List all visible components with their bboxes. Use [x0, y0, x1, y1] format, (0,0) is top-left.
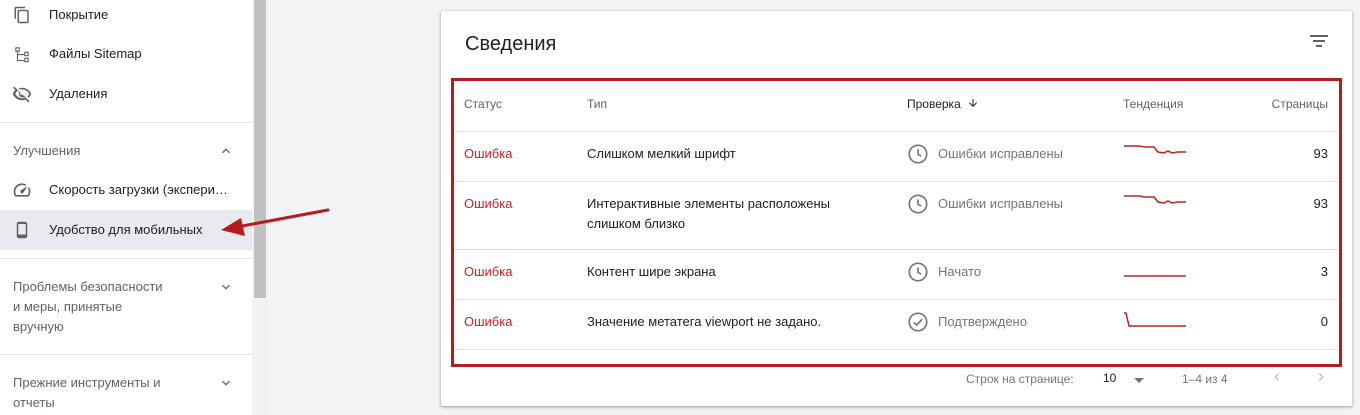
clock-icon	[907, 193, 929, 215]
sidebar-item-label: Скорость загрузки (экспериментальный отч…	[49, 182, 229, 197]
sidebar-divider	[0, 258, 252, 259]
sidebar-item-label: Удаления	[49, 86, 108, 101]
sidebar-divider	[0, 122, 252, 123]
column-header-type[interactable]: Тип	[587, 96, 607, 112]
row-pages: 3	[1320, 264, 1328, 279]
clock-icon	[907, 261, 929, 283]
trend-sparkline	[1124, 195, 1186, 204]
section-title-line: отчеты	[13, 395, 55, 410]
chevron-right-icon	[1313, 369, 1329, 390]
row-status: Ошибка	[464, 196, 513, 211]
row-validation: Начато	[907, 261, 981, 283]
column-header-status[interactable]: Статус	[464, 96, 502, 112]
annotation-arrow	[221, 208, 330, 236]
eye-off-icon	[12, 84, 32, 104]
section-title-line: и меры, принятые	[13, 299, 123, 314]
row-type: Слишком мелкий шрифт	[587, 146, 736, 161]
row-pages: 93	[1313, 146, 1328, 161]
row-validation: Ошибки исправлены	[907, 143, 1063, 165]
smartphone-icon	[12, 220, 32, 240]
row-status: Ошибка	[464, 146, 513, 161]
sidebar-item-removals[interactable]: Удаления	[0, 74, 252, 114]
clock-icon	[907, 143, 929, 165]
arrow-down-icon	[967, 97, 979, 113]
chevron-down-icon	[218, 375, 234, 391]
trend-sparkline	[1124, 275, 1186, 277]
row-pages: 93	[1313, 196, 1328, 211]
section-title-line: Прежние инструменты и	[13, 375, 161, 390]
section-title: Улучшения	[13, 143, 81, 158]
section-title-line: Проблемы безопасности	[13, 279, 163, 294]
check-circle-icon	[907, 311, 929, 333]
trend-sparkline	[1124, 312, 1186, 327]
validation-label: Ошибки исправлены	[938, 146, 1064, 161]
row-validation: Ошибки исправлены	[907, 193, 1063, 215]
sidebar-scrollbar-thumb[interactable]	[254, 0, 266, 298]
row-status: Ошибка	[464, 264, 513, 279]
next-page-button[interactable]	[1311, 369, 1331, 389]
section-title-line: вручную	[13, 319, 64, 334]
sitemap-icon	[12, 44, 32, 64]
filter-button[interactable]	[1305, 31, 1333, 55]
rows-per-page-label: Строк на странице:	[966, 372, 1074, 386]
row-divider	[454, 299, 1339, 300]
card-title: Сведения	[465, 33, 557, 55]
row-type-continued: слишком близко	[587, 216, 686, 231]
row-type: Контент шире экрана	[587, 264, 716, 279]
validation-label: Начато	[938, 264, 982, 279]
column-header-label: Проверка	[907, 97, 961, 111]
row-pages: 0	[1320, 314, 1328, 329]
section-enhancements[interactable]: Улучшения	[0, 140, 252, 162]
row-divider	[454, 131, 1339, 132]
row-status: Ошибка	[464, 314, 513, 329]
rows-per-page-select[interactable]: 10	[1103, 371, 1151, 387]
row-divider	[454, 349, 1339, 350]
row-type: Интерактивные элементы расположены	[587, 196, 830, 211]
section-security[interactable]: Проблемы безопасности и меры, принятые в…	[0, 276, 252, 338]
column-header-validation[interactable]: Проверка	[907, 96, 979, 113]
row-divider	[454, 181, 1339, 182]
validation-label: Ошибки исправлены	[938, 196, 1064, 211]
sidebar-item-coverage[interactable]: Покрытие	[0, 0, 252, 35]
sidebar-item-label: Покрытие	[49, 7, 109, 22]
sidebar-item-label: Файлы Sitemap	[49, 46, 142, 61]
sidebar-item-label: Удобство для мобильных	[49, 222, 203, 237]
validation-label: Подтверждено	[938, 314, 1027, 329]
rows-per-page-value: 10	[1103, 371, 1117, 385]
speed-gauge-icon	[12, 180, 32, 200]
sidebar-divider	[0, 354, 252, 355]
previous-page-button[interactable]	[1267, 369, 1287, 389]
pages-copy-icon	[12, 5, 32, 25]
dropdown-arrow-icon	[1133, 374, 1145, 388]
chevron-up-icon	[218, 143, 234, 159]
annotation-highlight-box	[451, 78, 1342, 367]
filter-icon	[1309, 33, 1329, 54]
row-divider	[454, 249, 1339, 250]
section-legacy-tools[interactable]: Прежние инструменты и отчеты	[0, 372, 252, 414]
row-type: Значение метатега viewport не задано.	[587, 314, 822, 329]
details-card: Сведения Статус Тип Проверка Тенденция С…	[441, 11, 1352, 406]
trend-sparkline	[1124, 145, 1186, 154]
sidebar-item-sitemaps[interactable]: Файлы Sitemap	[0, 34, 252, 74]
chevron-down-icon	[218, 279, 234, 295]
column-header-pages[interactable]: Страницы	[1272, 96, 1328, 112]
row-validation: Подтверждено	[907, 311, 1027, 333]
column-header-trend[interactable]: Тенденция	[1123, 96, 1183, 112]
pagination-range: 1–4 из 4	[1182, 372, 1228, 386]
chevron-left-icon	[1269, 369, 1285, 390]
